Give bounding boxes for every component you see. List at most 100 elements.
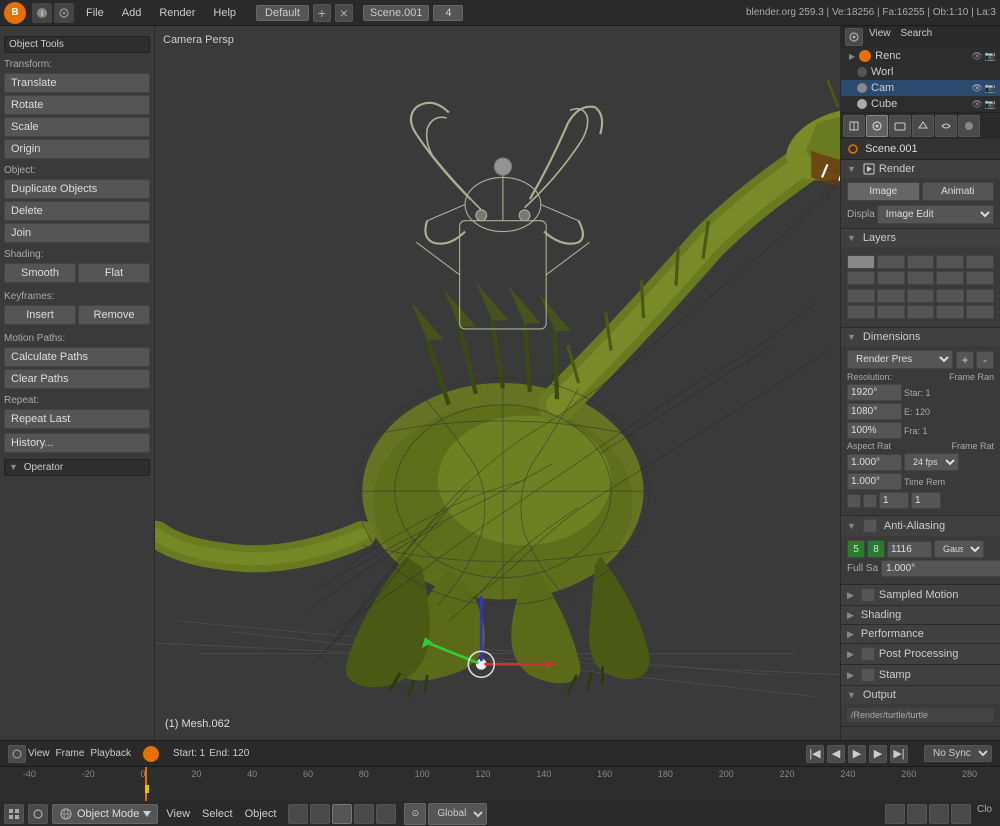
layer-16[interactable] <box>847 305 875 319</box>
scale-button[interactable]: Scale <box>4 117 150 137</box>
translate-button[interactable]: Translate <box>4 73 150 93</box>
outliner-row-cam[interactable]: Cam 👁 📷 <box>841 80 1000 96</box>
space-dropdown[interactable]: Global <box>428 803 487 825</box>
duplicate-objects-button[interactable]: Duplicate Objects <box>4 179 150 199</box>
layer-13[interactable] <box>907 289 935 303</box>
layer-12[interactable] <box>877 289 905 303</box>
aa-section-header[interactable]: ▼ Anti-Aliasing <box>841 516 1000 536</box>
manipulator-icon[interactable] <box>354 804 374 824</box>
layer-4[interactable] <box>936 255 964 269</box>
pivot-icon[interactable]: ⊙ <box>404 803 426 825</box>
layer-15[interactable] <box>966 289 994 303</box>
settings-icon[interactable] <box>54 3 74 23</box>
sampled-motion-checkbox[interactable] <box>861 588 875 602</box>
display-dropdown[interactable]: Image Edit <box>877 205 994 224</box>
menu-file[interactable]: File <box>78 5 112 21</box>
layer-10[interactable] <box>966 271 994 285</box>
viewport[interactable]: Camera Persp <box>155 26 840 740</box>
time-rem-val1[interactable] <box>879 492 909 509</box>
layer-8[interactable] <box>907 271 935 285</box>
repeat-last-button[interactable]: Repeat Last <box>4 409 150 429</box>
search-btn-right[interactable]: Search <box>897 28 937 46</box>
time-rem-val2[interactable] <box>911 492 941 509</box>
post-processing-section[interactable]: ▶ Post Processing <box>841 644 1000 665</box>
layer-6[interactable] <box>847 271 875 285</box>
transform-tool-icon[interactable] <box>288 804 308 824</box>
playback-indicator[interactable] <box>143 746 159 762</box>
preset-add-btn[interactable]: + <box>956 351 974 369</box>
time-rem-check1[interactable] <box>847 494 861 508</box>
full-sample-input[interactable] <box>881 560 1000 577</box>
performance-section-header[interactable]: ▶ Performance <box>841 625 1000 643</box>
timeline-playback-menu[interactable]: Playback <box>90 748 131 759</box>
prev-frame-btn[interactable]: ◀ <box>827 745 845 763</box>
image-render-btn[interactable]: Image <box>847 182 920 201</box>
scene-name-top[interactable]: Scene.001 <box>363 5 430 21</box>
timeline-view-menu[interactable]: View <box>28 748 50 759</box>
layer-9[interactable] <box>936 271 964 285</box>
outliner-row-cube[interactable]: Cube 👁 📷 <box>841 96 1000 112</box>
info-icon[interactable]: i <box>32 3 52 23</box>
skip-end-btn[interactable]: ▶| <box>890 745 908 763</box>
sync-dropdown[interactable]: No Sync <box>924 745 992 762</box>
aa-samples-input[interactable] <box>887 541 932 558</box>
modifier-icon[interactable] <box>935 115 957 137</box>
next-frame-btn[interactable]: ▶ <box>869 745 887 763</box>
stamp-section-header[interactable]: ▶ Stamp <box>841 665 1000 685</box>
cam-render[interactable]: 📷 <box>985 83 996 94</box>
shading-section-header[interactable]: ▶ Shading <box>841 606 1000 624</box>
workspace-selector[interactable]: Default <box>256 5 309 21</box>
cube-render[interactable]: 📷 <box>985 99 996 110</box>
object-menu-bottom[interactable]: Object <box>241 808 281 820</box>
aa-method-dropdown[interactable]: Gaussi <box>934 540 984 558</box>
viewport-lock-icon[interactable] <box>951 804 971 824</box>
rotate-button[interactable]: Rotate <box>4 95 150 115</box>
aa-val-5[interactable]: 5 <box>847 540 865 558</box>
aspect-x-input[interactable] <box>847 454 902 471</box>
add-workspace-btn[interactable]: + <box>313 4 331 22</box>
viewport-settings-icon[interactable] <box>929 804 949 824</box>
close-workspace-btn[interactable]: × <box>335 4 353 22</box>
material-icon[interactable] <box>958 115 980 137</box>
layers-section-header[interactable]: ▼ Layers <box>841 229 1000 247</box>
layer-7[interactable] <box>877 271 905 285</box>
scale-tool-icon[interactable] <box>332 804 352 824</box>
scene-props-icon[interactable] <box>866 115 888 137</box>
join-button[interactable]: Join <box>4 223 150 243</box>
renc-visibility[interactable]: 👁 <box>971 51 982 62</box>
layer-5[interactable] <box>966 255 994 269</box>
clear-paths-button[interactable]: Clear Paths <box>4 369 150 389</box>
menu-render[interactable]: Render <box>151 5 203 21</box>
calculate-paths-button[interactable]: Calculate Paths <box>4 347 150 367</box>
view-type-icon[interactable] <box>4 804 24 824</box>
flat-button[interactable]: Flat <box>78 263 150 283</box>
layer-14[interactable] <box>936 289 964 303</box>
time-rem-check2[interactable] <box>863 494 877 508</box>
cube-visibility[interactable]: 👁 <box>971 99 982 110</box>
post-processing-checkbox[interactable] <box>861 647 875 661</box>
layer-18[interactable] <box>907 305 935 319</box>
smooth-button[interactable]: Smooth <box>4 263 76 283</box>
world-props-icon[interactable] <box>889 115 911 137</box>
frame-number[interactable]: 4 <box>433 5 463 21</box>
timeline-frame-menu[interactable]: Frame <box>56 748 85 759</box>
insert-keyframe-button[interactable]: Insert <box>4 305 76 325</box>
view-btn-right[interactable] <box>845 28 863 46</box>
output-section-header[interactable]: ▼ Output <box>841 686 1000 704</box>
select-menu-bottom[interactable]: Select <box>198 808 237 820</box>
sampled-motion-section[interactable]: ▶ Sampled Motion <box>841 585 1000 606</box>
percent-input[interactable] <box>847 422 902 439</box>
menu-add[interactable]: Add <box>114 5 150 21</box>
view-menu[interactable]: View <box>865 28 895 46</box>
viewport-shade-icon[interactable] <box>885 804 905 824</box>
preset-remove-btn[interactable]: - <box>976 351 994 369</box>
width-input[interactable] <box>847 384 902 401</box>
dimensions-section-header[interactable]: ▼ Dimensions <box>841 328 1000 346</box>
height-input[interactable] <box>847 403 902 420</box>
view-menu-bottom[interactable]: View <box>162 808 194 820</box>
render-section-header[interactable]: ▼ Render <box>841 160 1000 178</box>
snap-icon[interactable] <box>376 804 396 824</box>
timeline-track[interactable]: -40 -20 0 20 40 60 80 100 120 140 160 18… <box>0 767 1000 801</box>
cam-visibility[interactable]: 👁 <box>971 83 982 94</box>
remove-keyframe-button[interactable]: Remove <box>78 305 150 325</box>
